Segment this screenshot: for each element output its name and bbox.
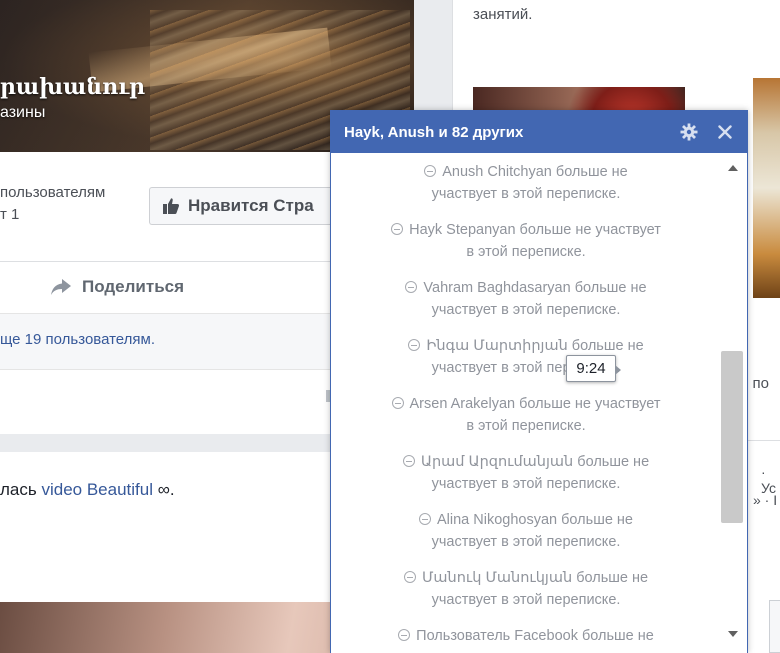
share-arrow-icon (51, 279, 71, 295)
chat-system-message: Արամ Արզումանյան больше не участвует в э… (331, 451, 721, 495)
message-text: Մանուկ Մանուկյան больше не (421, 570, 649, 586)
share-label: Поделиться (82, 277, 185, 296)
message-line-1: Արամ Արզումանյան больше не (331, 451, 721, 473)
message-text: Արամ Արզումանյան больше не (420, 454, 650, 470)
like-page-label: Нравится Стра (188, 196, 314, 215)
post-text: лась video Beautiful ∞. (0, 480, 175, 500)
minus-circle-icon (424, 165, 437, 177)
minus-circle-icon (398, 629, 411, 641)
chat-scrollbar[interactable] (721, 153, 745, 653)
message-text: участвует в этой переписке. (431, 534, 621, 550)
message-line-1: Vahram Baghdasaryan больше не (331, 277, 721, 299)
message-text: участвует в этой переписке. (431, 302, 621, 318)
others-like-link[interactable]: ще 19 пользователям. (0, 331, 155, 348)
chat-system-message: Пользователь Facebook больше не (331, 625, 721, 647)
chat-title[interactable]: Hayk, Anush и 82 других (344, 124, 523, 141)
message-text: Пользователь Facebook больше не (416, 628, 654, 644)
chat-system-message: Մանուկ Մանուկյան больше не участвует в э… (331, 567, 721, 611)
chat-system-message: Ինգա Մարտիրյան больше не участвует в это… (331, 335, 721, 379)
minus-circle-icon (408, 339, 421, 351)
chat-system-message: Arsen Arakelyan больше не участвует в эт… (331, 393, 721, 437)
message-text: Ինգա Մարտիրյան больше не (426, 338, 644, 354)
likes-summary: пользователям т 1 (0, 184, 106, 223)
sidebar-box (769, 600, 780, 653)
page-title[interactable]: րախանուր (0, 74, 145, 100)
message-text: участвует в этой переписке. (431, 592, 621, 608)
message-text: Vahram Baghdasaryan больше не (423, 280, 647, 296)
message-text: Anush Chitchyan больше не (442, 164, 628, 180)
message-text: участвует в этой переписке. (431, 476, 621, 492)
page-category: азины (0, 104, 46, 121)
message-text: Arsen Arakelyan больше не участвует (409, 396, 661, 412)
chat-message-list[interactable]: Anush Chitchyan больше не участвует в эт… (331, 153, 747, 653)
minus-circle-icon (405, 281, 418, 293)
message-line-1: Մանուկ Մանուկյան больше не (331, 567, 721, 589)
minus-circle-icon (391, 397, 404, 409)
chat-system-message: Anush Chitchyan больше не участвует в эт… (331, 161, 721, 205)
thumbs-up-icon (163, 198, 180, 214)
message-line-1: Ինգա Մարտիրյան больше не (331, 335, 721, 357)
message-text: в этой переписке. (466, 244, 586, 260)
share-button[interactable]: Поделиться (50, 277, 184, 297)
sidebar-text: занятий. (473, 6, 533, 23)
minus-circle-icon (419, 513, 431, 525)
post-video-link[interactable]: video Beautiful (41, 480, 153, 499)
message-line-1: Anush Chitchyan больше не (331, 161, 721, 183)
message-line-1: Hayk Stepanyan больше не участвует (331, 219, 721, 241)
scroll-thumb[interactable] (721, 351, 743, 523)
message-line-1: Пользователь Facebook больше не (331, 625, 721, 647)
scroll-down-arrow-icon[interactable] (728, 631, 738, 637)
message-text: в этой переписке. (466, 418, 586, 434)
minus-circle-icon (403, 571, 416, 583)
scroll-up-arrow-icon[interactable] (728, 165, 738, 171)
message-text: участвует в этой переписке. (431, 186, 621, 202)
message-line-1: Alina Nikoghosyan больше не (331, 509, 721, 531)
chat-close-button[interactable] (715, 122, 735, 142)
chat-system-message: Vahram Baghdasaryan больше не участвует … (331, 277, 721, 321)
chat-settings-button[interactable] (679, 122, 699, 142)
close-icon (718, 125, 732, 139)
gear-icon (680, 123, 698, 141)
message-text: участвует в этой переписке. (431, 360, 621, 376)
post-text-suffix: ∞. (153, 480, 175, 499)
chat-header[interactable]: Hayk, Anush и 82 других (331, 111, 747, 153)
sidebar-footer-link-2[interactable]: » · I (753, 492, 777, 508)
minus-circle-icon (402, 455, 415, 467)
message-text: Hayk Stepanyan больше не участвует (409, 222, 661, 238)
message-line-1: Arsen Arakelyan больше не участвует (331, 393, 721, 415)
message-text: Alina Nikoghosyan больше не (437, 512, 633, 528)
chat-window: Hayk, Anush и 82 других Anush Chitchyan … (330, 110, 748, 653)
chat-system-message: Alina Nikoghosyan больше не участвует в … (331, 509, 721, 553)
timestamp-tooltip: 9:24 (566, 355, 621, 382)
sidebar-ad-image[interactable] (753, 78, 780, 298)
chat-system-message: Hayk Stepanyan больше не участвует в это… (331, 219, 721, 263)
post-text-prefix: лась (0, 480, 42, 499)
minus-circle-icon (391, 223, 404, 235)
